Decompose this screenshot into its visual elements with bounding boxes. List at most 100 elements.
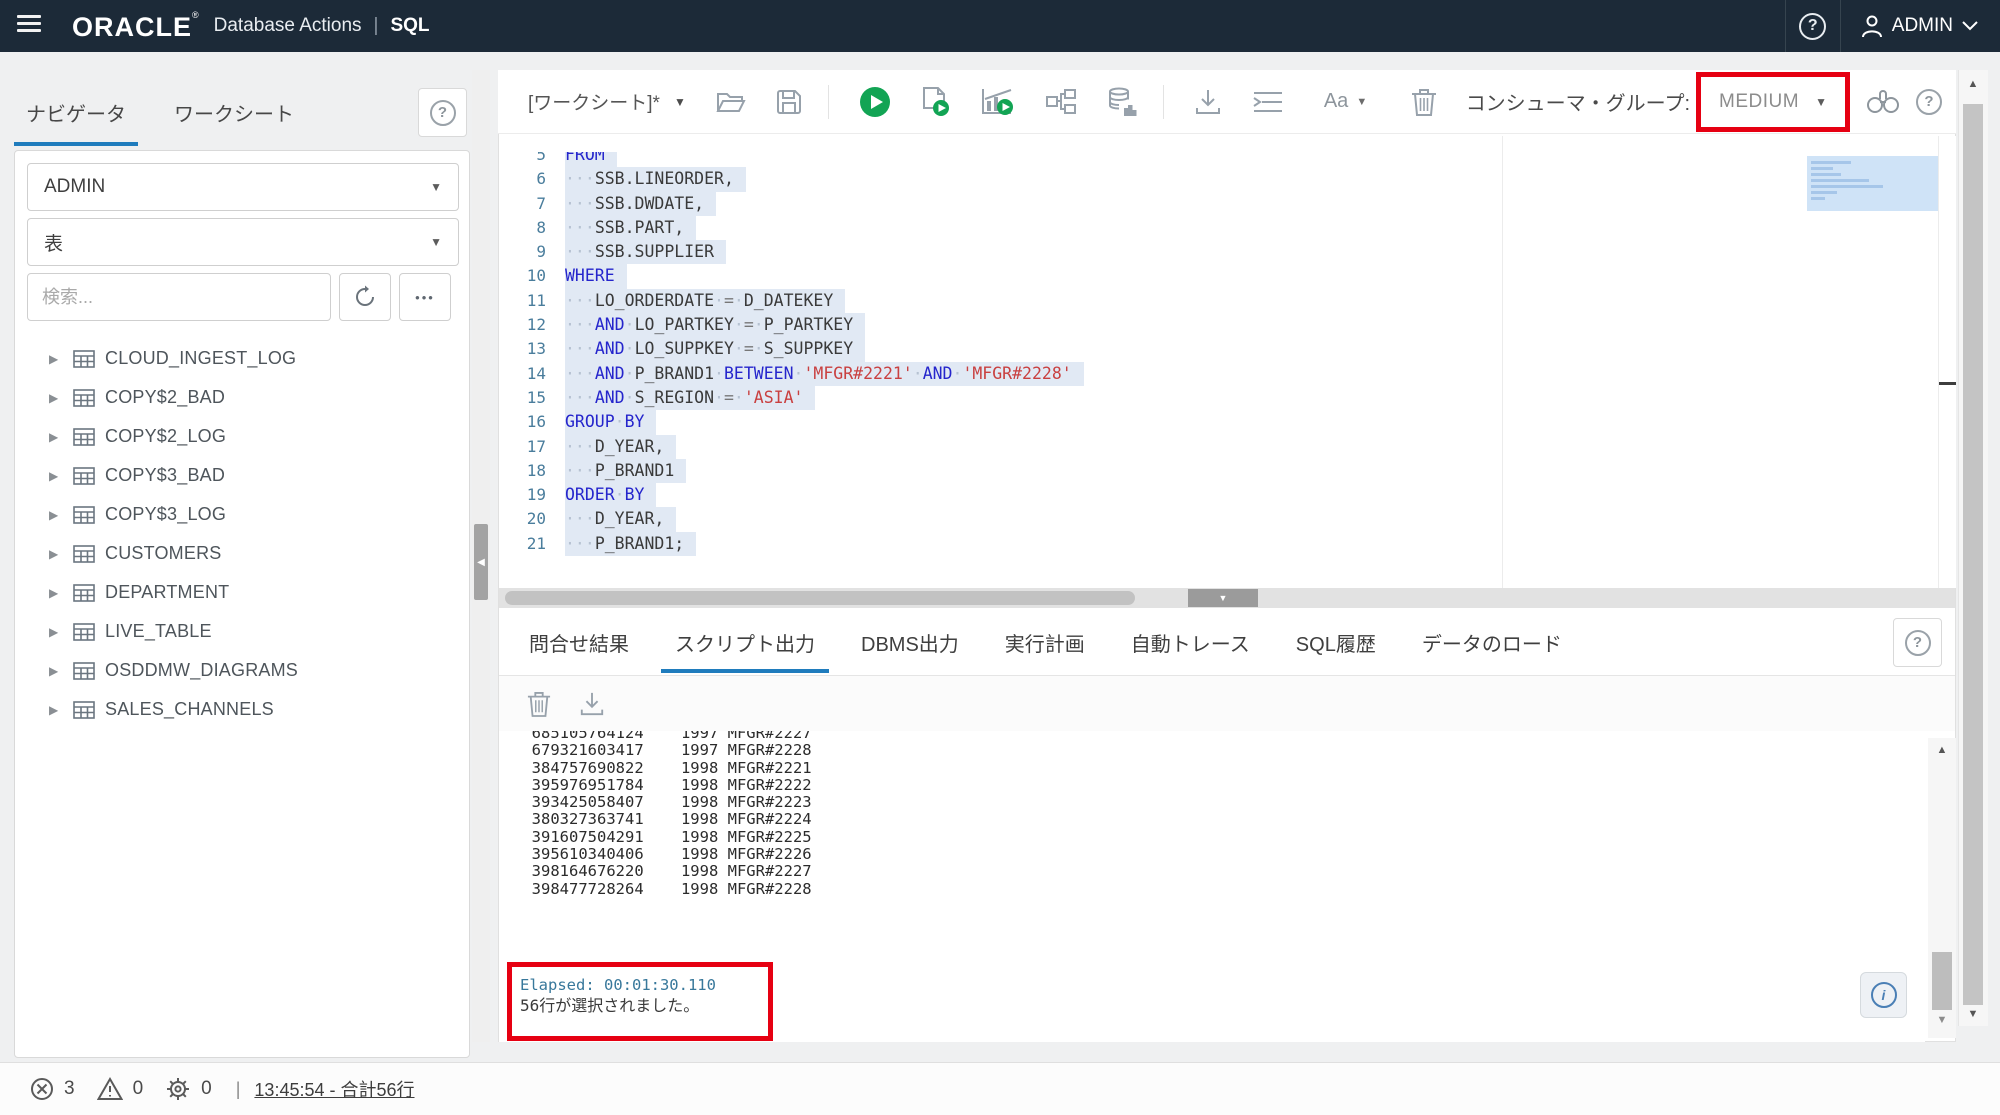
sql-monitor-button[interactable]	[1107, 87, 1137, 117]
worksheet-name-dropdown[interactable]: [ワークシート]*	[528, 88, 660, 115]
error-count[interactable]: 3	[30, 1077, 75, 1101]
code-line-19: 19ORDER·BY	[499, 483, 1937, 507]
output-row: 398164676220 1998 MFGR#2227	[499, 863, 1925, 880]
warning-count[interactable]: 0	[97, 1077, 144, 1101]
caret-down-icon: ▼	[430, 180, 442, 194]
expand-icon[interactable]: ▶	[49, 586, 67, 600]
header-help-button[interactable]: ?	[1786, 13, 1840, 40]
save-button[interactable]	[776, 89, 802, 115]
results-tab-0[interactable]: 問合せ結果	[515, 612, 643, 673]
process-count[interactable]: 0	[165, 1076, 212, 1102]
search-input[interactable]	[27, 273, 331, 321]
consumer-group-select[interactable]: MEDIUM ▼	[1696, 72, 1850, 132]
line-number: 15	[499, 386, 565, 410]
results-toolbar	[499, 676, 1955, 731]
sidebar-collapse-handle[interactable]: ◀	[474, 524, 488, 600]
caret-down-icon[interactable]: ▼	[674, 95, 686, 109]
page-scrollbar-thumb[interactable]	[1963, 104, 1983, 1005]
last-run-link[interactable]: 13:45:54 - 合計56行	[254, 1076, 414, 1102]
clear-worksheet-button[interactable]	[1411, 87, 1437, 117]
run-statement-button[interactable]	[859, 86, 891, 118]
folder-open-icon	[716, 89, 746, 115]
table-icon	[73, 506, 95, 524]
table-tree-item[interactable]: ▶ COPY$3_LOG	[27, 495, 457, 534]
splitter-handle[interactable]: ▼	[1188, 589, 1258, 607]
scroll-up-icon[interactable]: ▲	[1958, 78, 1988, 90]
results-help-button[interactable]: ?	[1893, 618, 1942, 667]
consumer-group-label: コンシューマ・グループ:	[1466, 87, 1690, 116]
sql-editor[interactable]: 5FROM 6···SSB.LINEORDER, 7···SSB.DWDATE,…	[499, 152, 1937, 588]
line-number: 14	[499, 362, 565, 386]
user-menu[interactable]: ADMIN	[1841, 14, 2000, 38]
explain-plan-button[interactable]	[981, 87, 1015, 117]
hierarchy-icon	[1045, 88, 1077, 116]
worksheet-help-button[interactable]: ?	[1916, 89, 1942, 115]
scroll-down-icon[interactable]: ▼	[1928, 1014, 1956, 1026]
table-tree-item[interactable]: ▶ SALES_CHANNELS	[27, 690, 457, 729]
text-size-button[interactable]: Aa ▼	[1290, 90, 1367, 113]
table-tree-item[interactable]: ▶ COPY$3_BAD	[27, 456, 457, 495]
download-output-button[interactable]	[579, 691, 605, 717]
expand-icon[interactable]: ▶	[49, 391, 67, 405]
table-tree-item[interactable]: ▶ CUSTOMERS	[27, 534, 457, 573]
download-button[interactable]	[1194, 88, 1222, 116]
serial-execution-button[interactable]	[1252, 89, 1284, 115]
download-icon	[1194, 88, 1222, 116]
expand-icon[interactable]: ▶	[49, 664, 67, 678]
expand-icon[interactable]: ▶	[49, 703, 67, 717]
output-row: 679321603417 1997 MFGR#2228	[499, 742, 1925, 759]
help-icon: ?	[1905, 630, 1931, 656]
run-script-button[interactable]	[921, 86, 951, 118]
expand-icon[interactable]: ▶	[49, 352, 67, 366]
sidebar-help-button[interactable]: ?	[418, 88, 467, 137]
table-icon	[73, 389, 95, 407]
results-tab-3[interactable]: 実行計画	[991, 612, 1099, 673]
open-file-button[interactable]	[716, 89, 746, 115]
expand-icon[interactable]: ▶	[49, 547, 67, 561]
oracle-logo: ORACLE®	[72, 10, 200, 43]
results-tab-2[interactable]: DBMS出力	[847, 612, 973, 673]
expand-icon[interactable]: ▶	[49, 430, 67, 444]
results-tab-1[interactable]: スクリプト出力	[661, 612, 829, 673]
hamburger-menu-icon[interactable]	[0, 11, 58, 42]
output-scrollbar-thumb[interactable]	[1932, 952, 1952, 1010]
expand-icon[interactable]: ▶	[49, 508, 67, 522]
autotrace-button[interactable]	[1045, 88, 1077, 116]
schema-select[interactable]: ADMIN ▼	[27, 163, 459, 211]
table-icon	[73, 467, 95, 485]
scroll-up-icon[interactable]: ▲	[1928, 744, 1956, 756]
sidebar-tab-1[interactable]: ワークシート	[162, 84, 306, 146]
find-button[interactable]	[1866, 89, 1900, 115]
results-tab-6[interactable]: データのロード	[1408, 612, 1576, 673]
output-row: 384757690822 1998 MFGR#2221	[499, 760, 1925, 777]
expand-icon[interactable]: ▶	[49, 469, 67, 483]
scroll-down-icon[interactable]: ▼	[1958, 1008, 1988, 1020]
object-type-select[interactable]: 表 ▼	[27, 218, 459, 266]
module-title: SQL	[390, 15, 429, 37]
line-number: 12	[499, 313, 565, 337]
table-tree-item[interactable]: ▶ CLOUD_INGEST_LOG	[27, 339, 457, 378]
table-tree-item[interactable]: ▶ COPY$2_LOG	[27, 417, 457, 456]
results-tabs: 問合せ結果スクリプト出力 DBMS出力実行計画自動トレース SQL履歴データのロード	[499, 612, 1955, 676]
navigator-panel: ADMIN ▼ 表 ▼ ••• ▶ CLOUD_INGEST_LOG ▶ COP…	[14, 150, 470, 1058]
info-icon: i	[1871, 982, 1897, 1008]
clear-output-button[interactable]	[527, 690, 551, 718]
table-tree-item[interactable]: ▶ LIVE_TABLE	[27, 612, 457, 651]
more-actions-button[interactable]: •••	[399, 273, 451, 321]
table-name: OSDDMW_DIAGRAMS	[105, 660, 298, 681]
table-tree-item[interactable]: ▶ COPY$2_BAD	[27, 378, 457, 417]
table-tree-item[interactable]: ▶ DEPARTMENT	[27, 573, 457, 612]
error-icon	[30, 1077, 54, 1101]
editor-horizontal-scrollbar[interactable]	[505, 591, 1135, 605]
editor-column-ruler	[1502, 136, 1503, 588]
toolbar-divider	[828, 85, 829, 119]
sidebar-tab-0[interactable]: ナビゲータ	[14, 84, 138, 146]
minimap-selection[interactable]	[1807, 156, 1940, 211]
run-icon	[859, 86, 891, 118]
refresh-button[interactable]	[339, 273, 391, 321]
results-tab-5[interactable]: SQL履歴	[1282, 612, 1390, 673]
expand-icon[interactable]: ▶	[49, 625, 67, 639]
results-tab-4[interactable]: 自動トレース	[1117, 612, 1264, 673]
table-tree-item[interactable]: ▶ OSDDMW_DIAGRAMS	[27, 651, 457, 690]
output-info-button[interactable]: i	[1860, 972, 1907, 1018]
